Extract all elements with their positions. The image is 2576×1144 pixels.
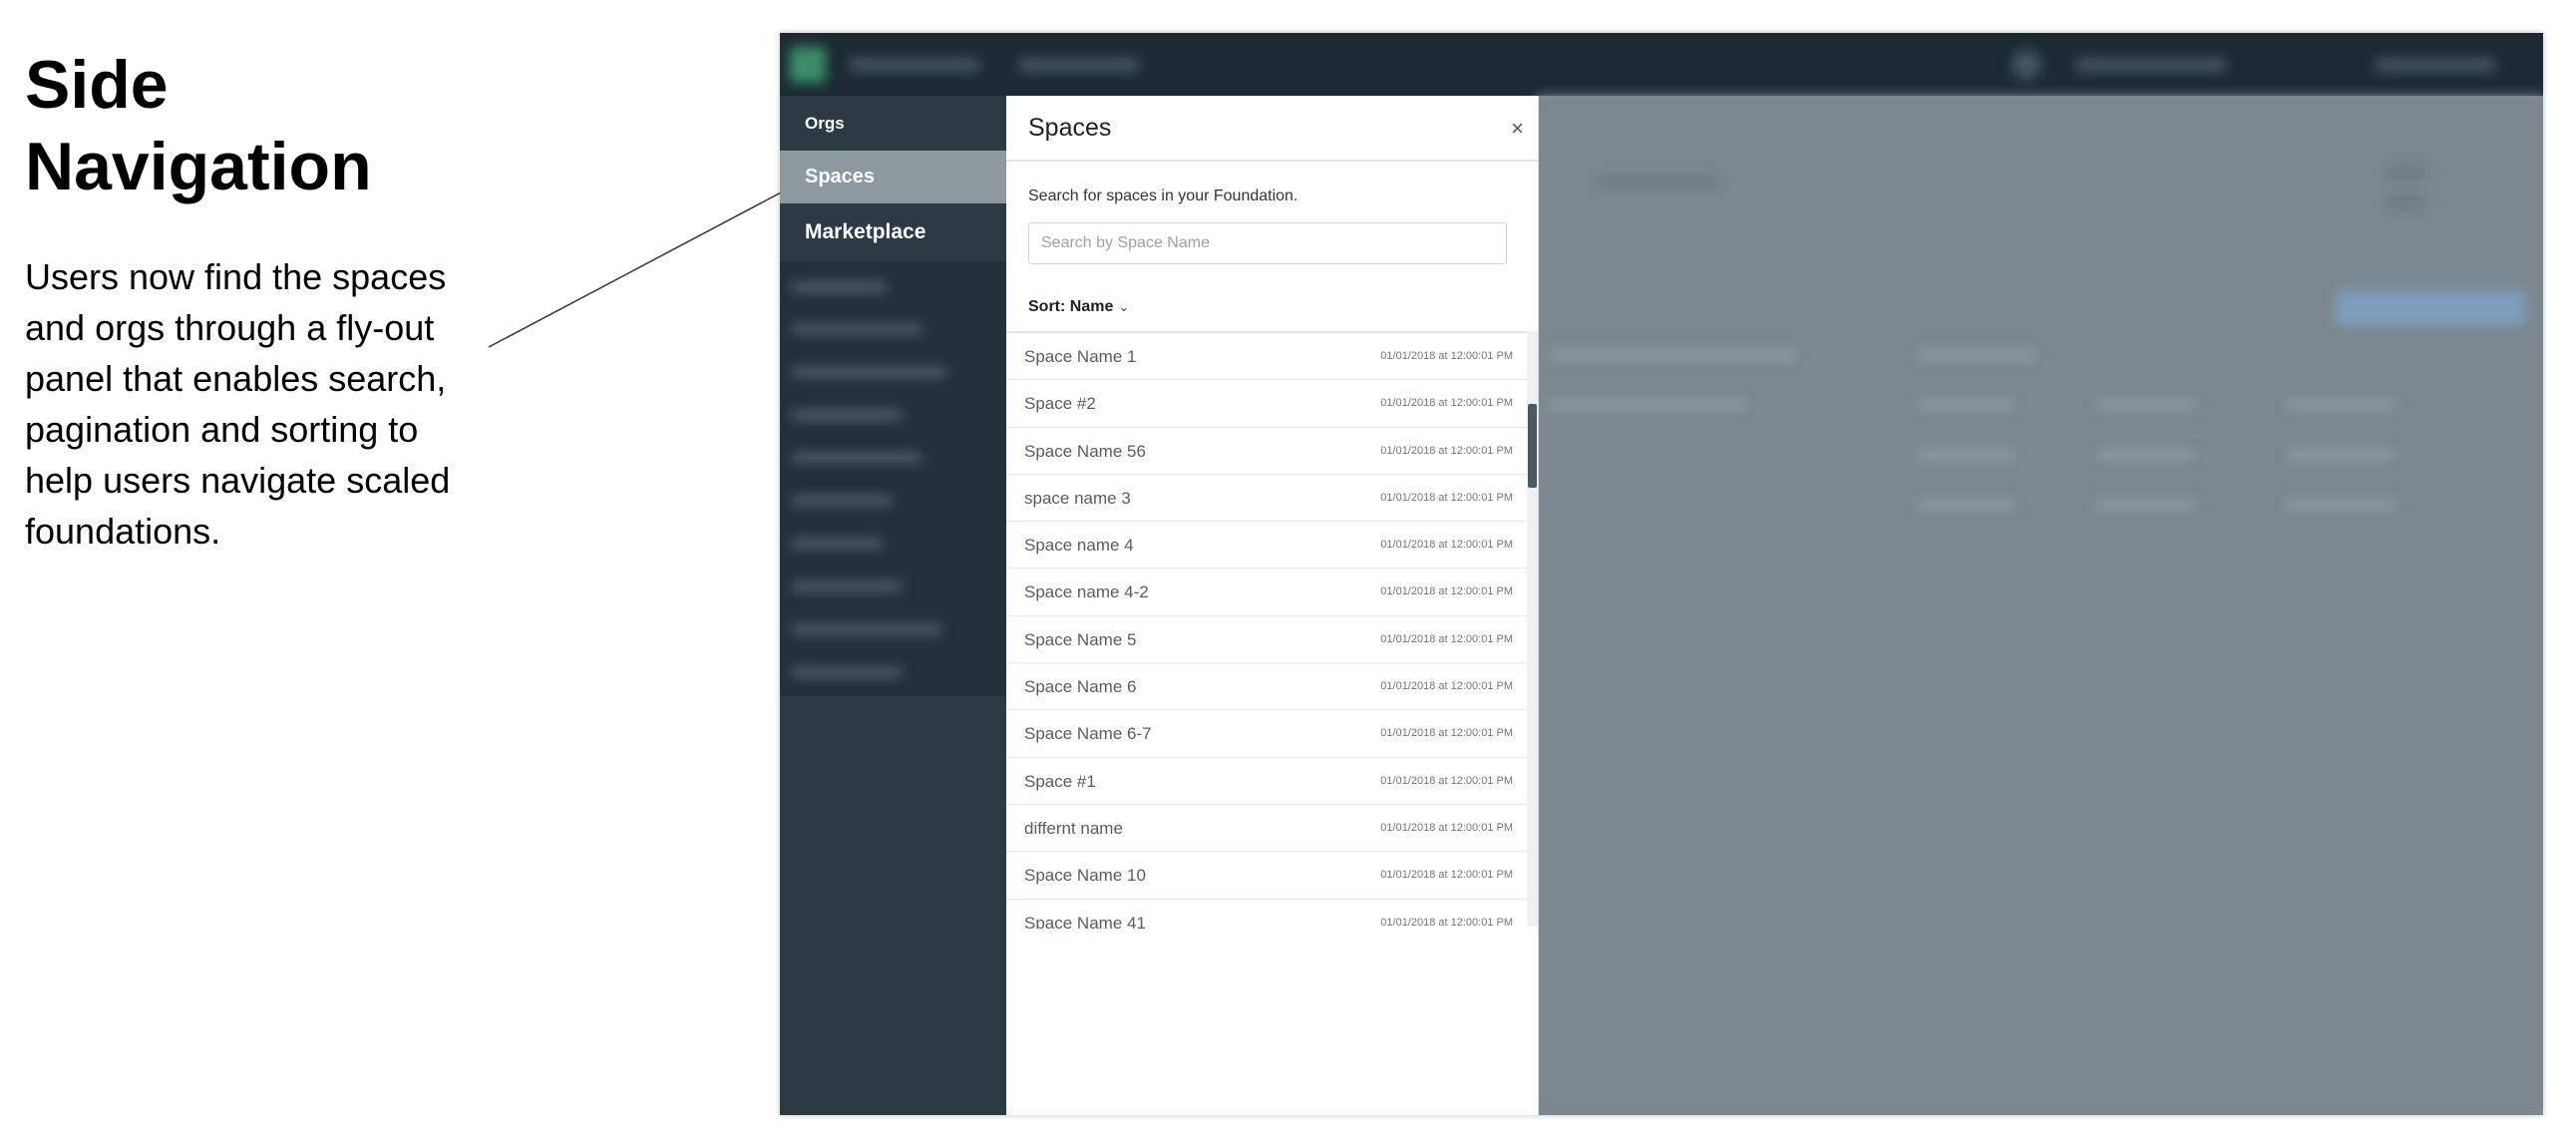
recent-app-placeholder [792, 411, 902, 419]
recent-apps-panel [780, 261, 1006, 696]
annotation-body: Users now find the spaces and orgs throu… [25, 256, 451, 552]
app-screenshot: Orgs Spaces Marketplace Spaces × Search … [780, 33, 2543, 1115]
space-list-item[interactable]: Space #2 01/01/2018 at 12:00:01 PM [1006, 380, 1527, 428]
space-list-item[interactable]: space name 3 01/01/2018 at 12:00:01 PM [1006, 475, 1527, 523]
placeholder-block [1548, 350, 1797, 360]
space-list-item[interactable]: Space name 4 01/01/2018 at 12:00:01 PM [1006, 522, 1527, 570]
top-bar-placeholder [1019, 58, 1139, 72]
placeholder-block [2096, 450, 2196, 460]
top-bar [780, 33, 2543, 96]
space-date: 01/01/2018 at 12:00:01 PM [1380, 632, 1513, 645]
sort-label: Sort: Name [1028, 298, 1114, 315]
space-name: space name 3 [1024, 488, 1131, 508]
space-list-item[interactable]: Space #1 01/01/2018 at 12:00:01 PM [1006, 758, 1527, 805]
close-icon[interactable]: × [1511, 118, 1524, 140]
recent-app-placeholder [792, 325, 921, 333]
callout-connector [488, 191, 784, 348]
space-list-item[interactable]: Space Name 6 01/01/2018 at 12:00:01 PM [1006, 663, 1527, 711]
top-bar-placeholder [2376, 58, 2495, 72]
space-date: 01/01/2018 at 12:00:01 PM [1380, 916, 1513, 929]
space-name: Space name 4-2 [1024, 582, 1149, 602]
sort-dropdown[interactable]: Sort: Name ⌄ [1028, 298, 1129, 316]
space-name: Space name 4 [1024, 536, 1134, 556]
spaces-flyout-panel: Spaces × Search for spaces in your Found… [1006, 96, 1539, 1115]
space-date: 01/01/2018 at 12:00:01 PM [1380, 397, 1513, 410]
recent-app-placeholder [792, 368, 946, 376]
top-bar-placeholder [2076, 58, 2226, 72]
space-date: 01/01/2018 at 12:00:01 PM [1380, 680, 1513, 693]
placeholder-block [2286, 450, 2395, 460]
space-date: 01/01/2018 at 12:00:01 PM [1380, 774, 1513, 787]
app-logo-icon [790, 47, 826, 83]
space-list-item[interactable]: Space name 4-2 01/01/2018 at 12:00:01 PM [1006, 569, 1527, 616]
space-list-item[interactable]: Space Name 5 01/01/2018 at 12:00:01 PM [1006, 616, 1527, 664]
sidebar-item-orgs[interactable]: Orgs [780, 96, 1006, 151]
space-name: Space Name 1 [1024, 347, 1137, 366]
scrollbar-thumb[interactable] [1528, 404, 1537, 488]
recent-app-placeholder [792, 454, 921, 462]
space-list-item[interactable]: Space Name 1 01/01/2018 at 12:00:01 PM [1006, 333, 1527, 381]
space-date: 01/01/2018 at 12:00:01 PM [1380, 491, 1513, 504]
flyout-description: Search for spaces in your Foundation. [1028, 188, 1298, 204]
placeholder-block [1548, 400, 1747, 410]
recent-app-placeholder [792, 497, 892, 505]
placeholder-block [2286, 500, 2395, 510]
space-name: Space #1 [1024, 771, 1096, 791]
placeholder-block [2096, 500, 2196, 510]
space-date: 01/01/2018 at 12:00:01 PM [1380, 821, 1513, 834]
annotation-title-line2: Navigation [25, 129, 372, 204]
user-avatar-icon [2012, 50, 2041, 80]
space-date: 01/01/2018 at 12:00:01 PM [1380, 869, 1513, 882]
space-date: 01/01/2018 at 12:00:01 PM [1380, 350, 1513, 362]
placeholder-block [1917, 450, 2017, 460]
placeholder-block [1598, 176, 1717, 190]
recent-apps-header-placeholder [792, 283, 887, 291]
placeholder-block [2286, 400, 2395, 410]
space-name: Space Name 6 [1024, 677, 1137, 697]
placeholder-block [2386, 195, 2425, 209]
placeholder-block [1917, 500, 2017, 510]
space-date: 01/01/2018 at 12:00:01 PM [1380, 539, 1513, 552]
space-list-scrollbar[interactable] [1527, 331, 1538, 927]
space-list-item[interactable]: Space Name 56 01/01/2018 at 12:00:01 PM [1006, 428, 1527, 475]
placeholder-block [1917, 350, 2036, 360]
space-list-item[interactable]: Space Name 10 01/01/2018 at 12:00:01 PM [1006, 852, 1527, 900]
space-date: 01/01/2018 at 12:00:01 PM [1380, 727, 1513, 740]
top-bar-placeholder [850, 58, 979, 72]
space-date: 01/01/2018 at 12:00:01 PM [1380, 585, 1513, 598]
placeholder-block [1917, 400, 2017, 410]
space-name: Space Name 10 [1024, 866, 1146, 886]
space-list: Space Name 1 01/01/2018 at 12:00:01 PM Spa… [1006, 331, 1527, 929]
space-name: differnt name [1024, 818, 1123, 838]
space-list-item[interactable]: Space Name 41 01/01/2018 at 12:00:01 PM [1006, 900, 1527, 929]
recent-app-placeholder [792, 625, 941, 633]
annotation-title-line1: Side [25, 47, 169, 123]
placeholder-block [2096, 400, 2196, 410]
annotation-title: Side Navigation [25, 44, 583, 207]
recent-app-placeholder [792, 582, 902, 590]
main-content-blurred [1538, 96, 2543, 1115]
placeholder-block [2386, 166, 2425, 180]
recent-app-placeholder [792, 668, 902, 676]
side-navigation: Orgs Spaces Marketplace [780, 96, 1006, 1115]
space-date: 01/01/2018 at 12:00:01 PM [1380, 444, 1513, 457]
space-list-item[interactable]: differnt name 01/01/2018 at 12:00:01 PM [1006, 805, 1527, 853]
space-name: Space Name 6-7 [1024, 724, 1152, 744]
recent-app-placeholder [792, 540, 882, 548]
space-name: Space #2 [1024, 394, 1096, 414]
placeholder-button [2336, 290, 2525, 326]
space-list-item[interactable]: Space Name 6-7 01/01/2018 at 12:00:01 PM [1006, 710, 1527, 758]
sidebar-item-marketplace[interactable]: Marketplace [780, 203, 1006, 261]
space-search-input[interactable] [1028, 222, 1507, 264]
space-name: Space Name 5 [1024, 629, 1137, 649]
flyout-header: Spaces × [1006, 96, 1538, 162]
sidebar-item-spaces[interactable]: Spaces [780, 151, 1006, 203]
space-name: Space Name 41 [1024, 913, 1146, 929]
chevron-down-icon: ⌄ [1118, 299, 1130, 314]
space-name: Space Name 56 [1024, 441, 1146, 461]
flyout-title: Spaces [1028, 114, 1112, 142]
